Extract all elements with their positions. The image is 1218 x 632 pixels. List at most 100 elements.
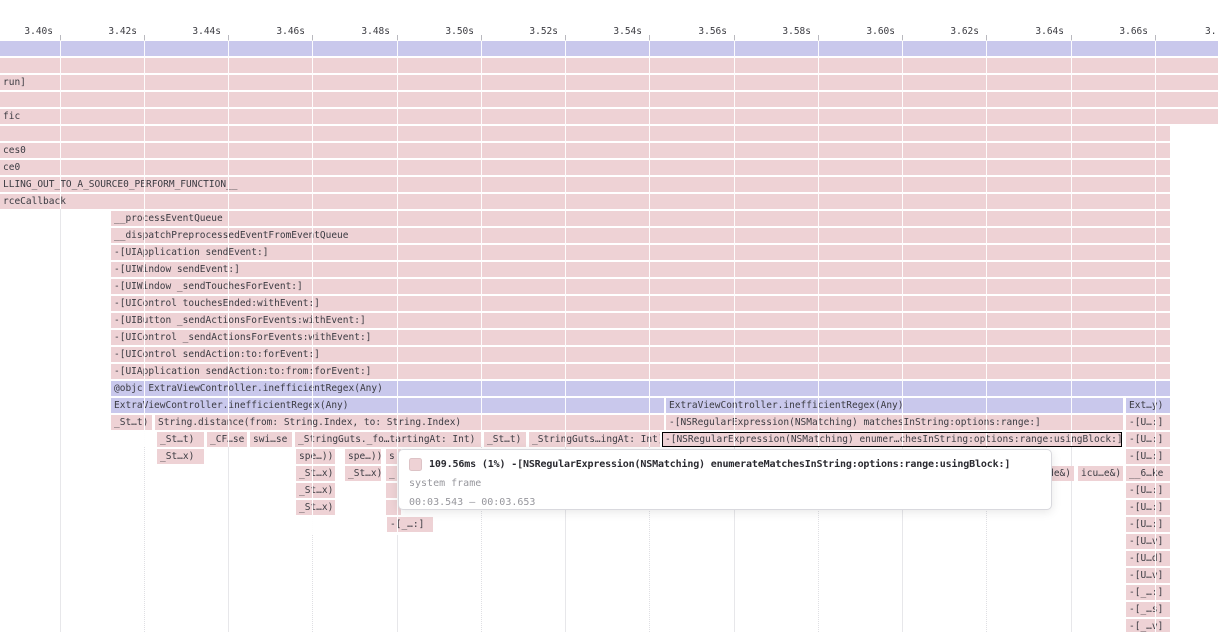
flame-bar[interactable]: Ext…y) — [1126, 398, 1170, 413]
flame-bar[interactable]: spe…)) — [345, 449, 381, 464]
flame-bar[interactable]: _St…t) — [484, 432, 526, 447]
flame-bar[interactable]: -[_…s] — [1126, 602, 1170, 617]
flame-bar[interactable]: -[UIControl sendAction:to:forEvent:] — [111, 347, 1170, 362]
flame-bar[interactable]: icu…e&) — [1078, 466, 1123, 481]
time-label: 3.48s — [361, 26, 390, 37]
time-label: 3.66s — [1119, 26, 1148, 37]
ruler-tick — [565, 35, 566, 40]
flame-bar[interactable]: _StringGuts._fo…tartingAt: Int) — [295, 432, 481, 447]
flame-bar[interactable]: ces0 — [0, 143, 1170, 158]
time-label: 3.52s — [529, 26, 558, 37]
flame-bar[interactable]: -[U…:] — [1126, 500, 1170, 515]
tooltip-time-range: 00:03.543 — 00:03.653 — [409, 495, 1041, 510]
tooltip-color-swatch — [409, 458, 422, 471]
flame-bar[interactable]: -[_…:] — [1126, 585, 1170, 600]
flame-bar[interactable]: _St…t) — [157, 432, 204, 447]
time-label: 3.42s — [108, 26, 137, 37]
flame-bar[interactable]: __dispatchPreprocessedEventFromEventQueu… — [111, 228, 1170, 243]
flame-bar[interactable]: _St…t) — [111, 415, 152, 430]
flame-bar[interactable]: LLING_OUT_TO_A_SOURCE0_PERFORM_FUNCTION_… — [0, 177, 1170, 192]
time-label: 3.54s — [613, 26, 642, 37]
time-label-partial: 3. — [1205, 26, 1216, 37]
flame-chart[interactable]: run] fic ces0 ce0 LLING_OUT_TO_A_SOURCE0_PER… — [0, 0, 1218, 632]
tooltip-frame-kind: system frame — [409, 476, 1041, 491]
flame-bar[interactable]: @objc ExtraViewController.inefficientReg… — [111, 381, 1170, 396]
time-label: 3.58s — [782, 26, 811, 37]
ruler-tick — [60, 35, 61, 40]
time-label: 3.64s — [1035, 26, 1064, 37]
gridline-overlay — [649, 41, 650, 447]
time-label: 3.46s — [276, 26, 305, 37]
flame-bar[interactable]: -[U…:] — [1126, 415, 1170, 430]
gridline-overlay — [1071, 41, 1072, 447]
selected-frame-outline — [662, 432, 1122, 447]
gridline-overlay — [734, 41, 735, 447]
flame-bar[interactable]: -[U…:] — [1126, 483, 1170, 498]
flame-bar[interactable]: run] — [0, 75, 1218, 90]
flame-bar[interactable]: -[U…:] — [1126, 449, 1170, 464]
flame-bar[interactable]: fic — [0, 109, 1218, 124]
ruler-tick — [1071, 35, 1072, 40]
time-label: 3.40s — [24, 26, 53, 37]
flame-bar[interactable]: _St…x) — [296, 500, 335, 515]
flame-bar[interactable] — [0, 58, 1218, 73]
flame-bar[interactable]: -[U…:] — [1126, 432, 1170, 447]
flame-bar[interactable]: -[U…v] — [1126, 534, 1170, 549]
flame-bar[interactable]: _CF…se — [207, 432, 247, 447]
gridline-overlay — [818, 41, 819, 447]
flame-bar[interactable]: -[UIControl _sendActionsForEvents:withEv… — [111, 330, 1170, 345]
time-label: 3.44s — [192, 26, 221, 37]
flame-bar[interactable]: -[U…v] — [1126, 568, 1170, 583]
ruler-tick — [734, 35, 735, 40]
flame-bar[interactable] — [0, 126, 1170, 141]
ruler-tick — [228, 35, 229, 40]
flame-bar[interactable]: _St…x) — [296, 466, 335, 481]
time-label: 3.56s — [698, 26, 727, 37]
flame-bar[interactable]: -[UIWindow _sendTouchesForEvent:] — [111, 279, 1170, 294]
flame-bar[interactable]: ce0 — [0, 160, 1170, 175]
gridline-overlay — [60, 41, 61, 209]
flame-bar[interactable]: -[UIApplication sendAction:to:from:forEv… — [111, 364, 1170, 379]
gridline-overlay — [228, 41, 229, 447]
ruler-tick — [397, 35, 398, 40]
time-label: 3.50s — [445, 26, 474, 37]
tooltip: 109.56ms (1%) -[NSRegularExpression(NSMa… — [398, 449, 1052, 510]
gridline-overlay — [312, 41, 313, 447]
flame-bar[interactable]: _St…x) — [296, 483, 335, 498]
flame-bar[interactable]: __6…ke — [1126, 466, 1170, 481]
flame-bar[interactable]: -[UIWindow sendEvent:] — [111, 262, 1170, 277]
flame-bar[interactable]: _StringGuts…ingAt: Int) — [529, 432, 660, 447]
gridline-overlay — [397, 41, 398, 447]
ruler-tick — [986, 35, 987, 40]
time-label: 3.60s — [866, 26, 895, 37]
flame-bar[interactable]: rceCallback — [0, 194, 1170, 209]
flame-bar[interactable]: _St…x) — [345, 466, 381, 481]
flame-bar[interactable]: spe…)) — [296, 449, 335, 464]
gridline-overlay — [481, 41, 482, 447]
flame-bar[interactable] — [0, 92, 1218, 107]
flame-bar[interactable]: -[UIControl touchesEnded:withEvent:] — [111, 296, 1170, 311]
flame-bar[interactable]: -[UIButton _sendActionsForEvents:withEve… — [111, 313, 1170, 328]
flame-bar[interactable]: ExtraViewController.inefficientRegex(Any… — [111, 398, 664, 413]
gridline-overlay — [1155, 41, 1156, 632]
flame-bar[interactable]: _St…x) — [157, 449, 204, 464]
gridline-overlay — [144, 41, 145, 447]
flame-bar[interactable] — [0, 41, 1218, 56]
ruler-tick — [649, 35, 650, 40]
flame-bar[interactable]: -[_…:] — [387, 517, 433, 532]
time-label: 3.62s — [950, 26, 979, 37]
ruler-tick — [312, 35, 313, 40]
flame-bar[interactable]: -[U…:] — [1126, 517, 1170, 532]
flame-bar[interactable]: swi…se — [250, 432, 292, 447]
flame-bar[interactable]: -[UIApplication sendEvent:] — [111, 245, 1170, 260]
gridline-overlay — [565, 41, 566, 447]
ruler-tick — [481, 35, 482, 40]
flame-bar[interactable]: __processEventQueue — [111, 211, 1170, 226]
gridline-overlay — [902, 41, 903, 447]
flame-bar[interactable]: -[U…d] — [1126, 551, 1170, 566]
flame-bar[interactable]: String.distance(from: String.Index, to: … — [155, 415, 664, 430]
tooltip-title: 109.56ms (1%) -[NSRegularExpression(NSMa… — [429, 459, 1010, 470]
time-ruler[interactable]: 3.40s 3.42s 3.44s 3.46s 3.48s 3.50s 3.52s 3.54s… — [0, 0, 1218, 40]
flame-bar[interactable]: -[_…v] — [1126, 619, 1170, 632]
ruler-tick — [1155, 35, 1156, 40]
